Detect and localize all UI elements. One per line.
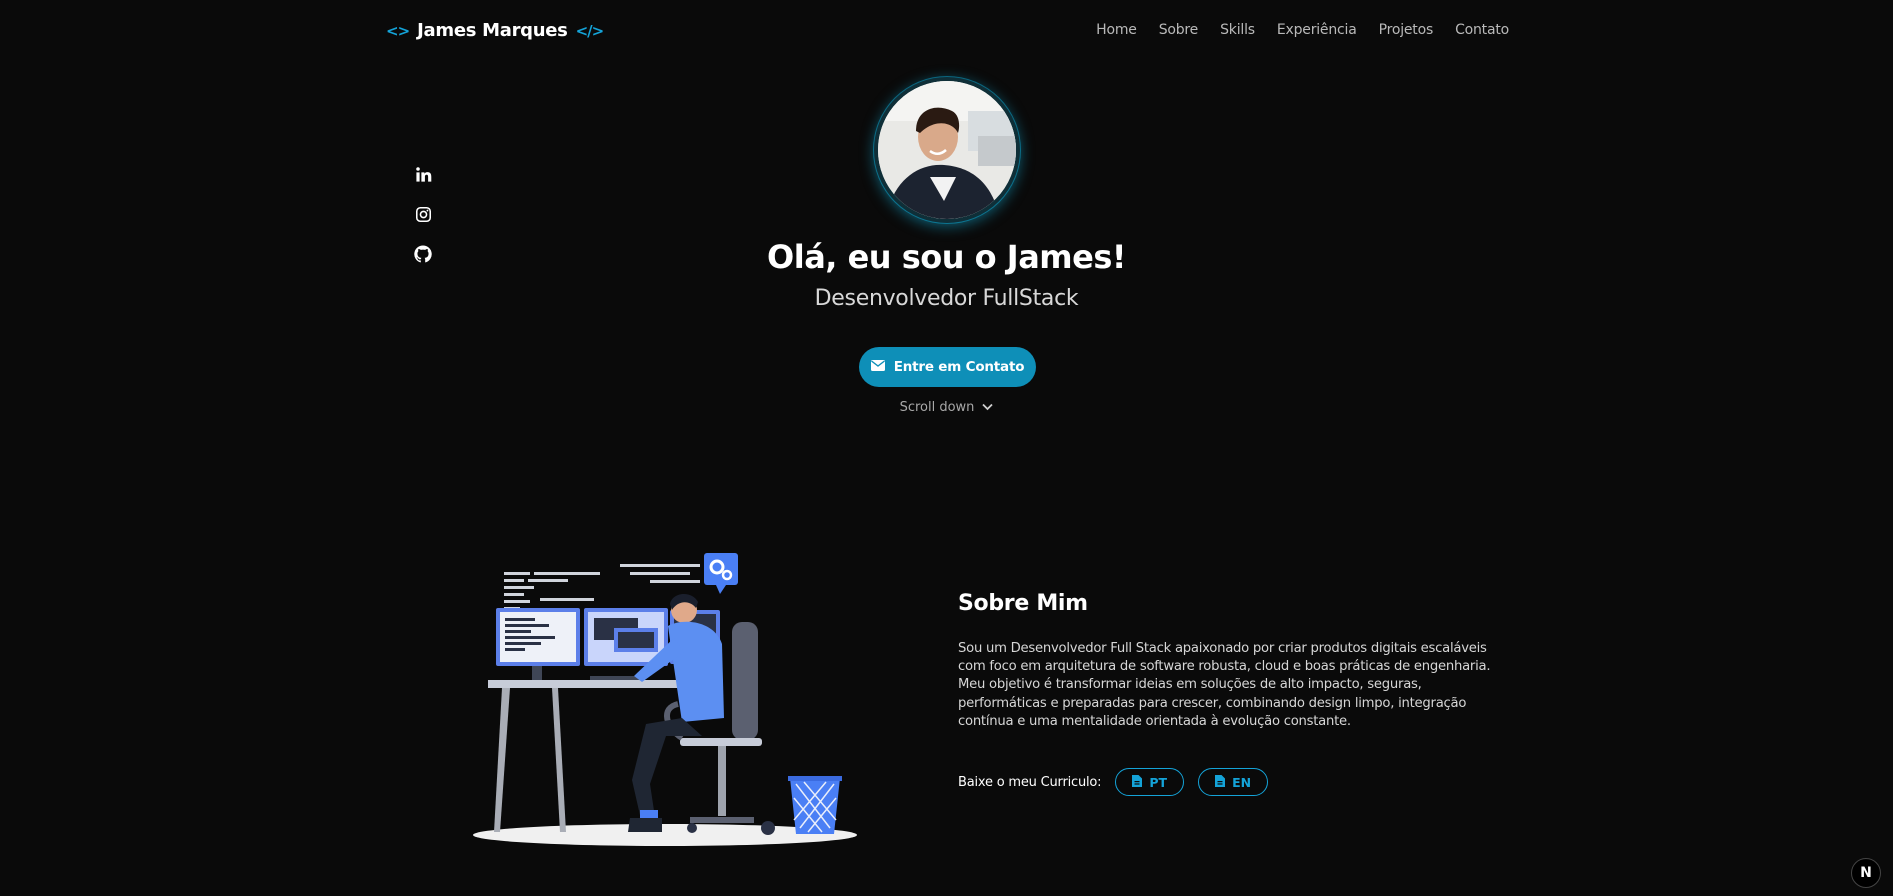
file-icon [1132, 774, 1143, 790]
nav-link-contato[interactable]: Contato [1455, 22, 1509, 38]
envelope-icon [870, 359, 885, 375]
top-nav: <> James Marques </> Home Sobre Skills E… [0, 0, 1893, 62]
nav-link-skills[interactable]: Skills [1220, 22, 1255, 38]
nav-links: Home Sobre Skills Experiência Projetos C… [1096, 22, 1509, 38]
code-open-icon: <> [386, 21, 410, 40]
contact-button[interactable]: Entre em Contato [859, 347, 1036, 387]
cv-download: Baixe o meu Curriculo: PT EN [958, 768, 1269, 796]
cv-en-button[interactable]: EN [1198, 768, 1269, 796]
contact-button-label: Entre em Contato [893, 359, 1025, 375]
brand-logo[interactable]: <> James Marques </> [386, 20, 605, 41]
cv-label: Baixe o meu Curriculo: [958, 774, 1102, 790]
linkedin-icon[interactable] [413, 164, 433, 184]
instagram-icon[interactable] [413, 204, 433, 224]
scroll-down[interactable]: Scroll down [0, 400, 1893, 415]
cv-en-label: EN [1232, 774, 1252, 790]
hero-subtitle: Desenvolvedor FullStack [814, 286, 1079, 311]
profile-avatar [874, 77, 1020, 223]
developer-illustration [470, 548, 860, 850]
nav-link-sobre[interactable]: Sobre [1159, 22, 1199, 38]
cv-pt-label: PT [1149, 774, 1168, 790]
chevron-down-icon [982, 400, 994, 415]
about-text: Sou um Desenvolvedor Full Stack apaixona… [958, 641, 1491, 729]
nextjs-dev-badge[interactable]: N [1851, 858, 1881, 888]
nav-link-projetos[interactable]: Projetos [1379, 22, 1434, 38]
cv-pt-button[interactable]: PT [1115, 768, 1185, 796]
brand-name: James Marques [417, 20, 568, 41]
file-icon [1215, 774, 1226, 790]
hero-title: Olá, eu sou o James! [767, 238, 1126, 276]
about-title: Sobre Mim [958, 591, 1088, 616]
nav-link-home[interactable]: Home [1096, 22, 1137, 38]
scroll-down-label: Scroll down [899, 400, 975, 415]
code-close-icon: </> [575, 21, 605, 40]
nav-link-experiencia[interactable]: Experiência [1277, 22, 1357, 38]
